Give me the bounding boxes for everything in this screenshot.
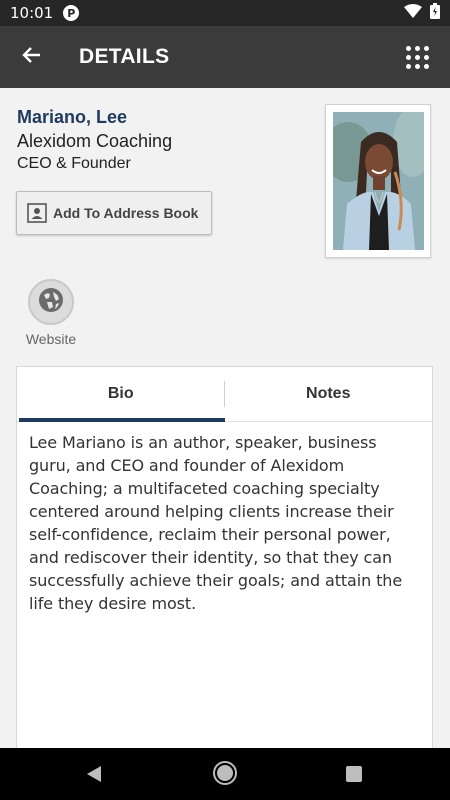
back-button[interactable] [0,26,62,88]
add-to-address-book-button[interactable]: Add To Address Book [16,191,212,235]
home-circle-icon[interactable] [215,763,235,783]
arrow-left-icon [21,46,41,69]
contact-card-icon [27,203,47,223]
globe-icon [38,287,64,318]
bio-notes-card: Bio Notes Lee Mariano is an author, spea… [16,366,433,748]
back-triangle-icon[interactable] [86,765,102,788]
contact-company: Alexidom Coaching [17,131,173,151]
website-button[interactable]: Website [22,279,80,347]
profile-photo-frame [325,104,431,258]
status-time: 10:01 [10,4,54,22]
status-right [404,3,440,23]
bio-text: Lee Mariano is an author, speaker, busin… [29,433,403,613]
details-content: Mariano, Lee Alexidom Coaching CEO & Fou… [0,88,450,748]
grid-menu-button[interactable] [394,34,440,80]
tab-bio[interactable]: Bio [17,367,225,422]
system-nav-bar [0,748,450,800]
contact-role: CEO & Founder [17,155,131,172]
tab-bar: Bio Notes [17,367,432,422]
battery-icon [430,3,440,23]
tab-notes[interactable]: Notes [225,367,433,421]
status-left: 10:01 P [10,4,80,22]
website-circle [28,279,74,325]
add-to-address-book-label: Add To Address Book [53,205,199,221]
profile-photo [333,112,424,250]
page-title: DETAILS [79,45,170,68]
wifi-icon [404,4,422,22]
app-bar: DETAILS [0,26,450,88]
recents-square-icon[interactable] [346,766,362,782]
app-notification-icon: P [63,5,80,21]
grid-menu-icon [405,45,429,69]
status-bar: 10:01 P [0,0,450,26]
website-label: Website [25,331,77,347]
contact-name: Mariano, Lee [17,107,128,127]
